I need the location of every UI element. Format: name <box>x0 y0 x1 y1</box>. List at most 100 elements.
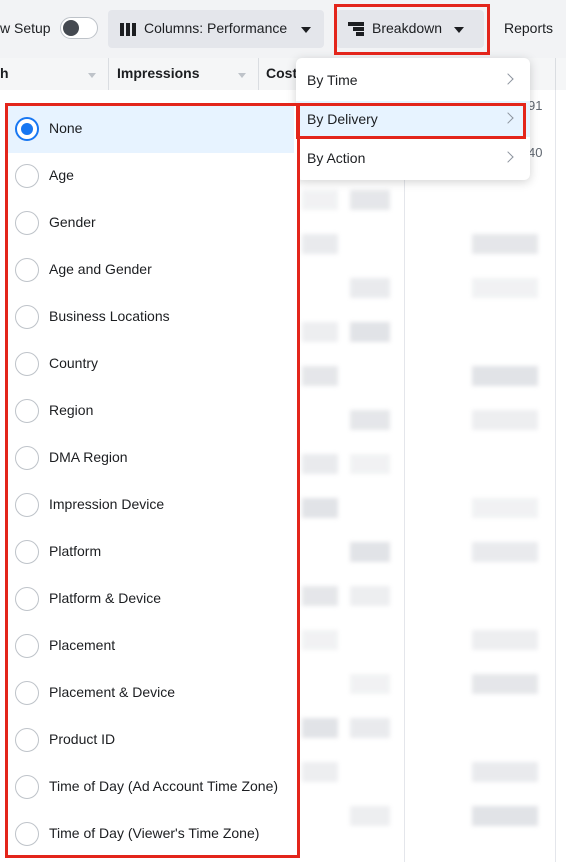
chevron-right-icon <box>502 151 514 163</box>
columns-button[interactable]: Columns: Performance <box>108 10 324 48</box>
radio-button[interactable] <box>15 258 39 282</box>
toggle-knob <box>63 20 79 36</box>
blurred-cell <box>472 806 538 826</box>
blurred-cell <box>472 410 538 430</box>
blurred-cell <box>302 586 338 606</box>
view-setup-toggle[interactable] <box>60 17 98 39</box>
radio-button[interactable] <box>15 305 39 329</box>
option-label: Age and Gender <box>49 261 152 277</box>
option-age-and-gender[interactable]: Age and Gender <box>8 247 294 294</box>
option-region[interactable]: Region <box>8 388 294 435</box>
option-label: Platform & Device <box>49 590 162 606</box>
column-divider <box>108 58 109 90</box>
blurred-cell <box>302 190 338 210</box>
blurred-cell <box>302 366 338 386</box>
blurred-cell <box>350 322 390 342</box>
blurred-cell <box>302 234 338 254</box>
delivery-breakdown-options: None Age Gender Age and Gender Business … <box>8 106 298 856</box>
option-label: Age <box>49 167 74 183</box>
blurred-cell <box>302 498 338 518</box>
blurred-cell <box>350 542 390 562</box>
option-country[interactable]: Country <box>8 341 294 388</box>
option-label: Region <box>49 402 94 418</box>
radio-dot <box>21 123 33 135</box>
option-platform-and-device[interactable]: Platform & Device <box>8 576 294 623</box>
blurred-cell <box>472 542 538 562</box>
option-business-locations[interactable]: Business Locations <box>8 294 294 341</box>
caret-down-icon <box>301 27 311 33</box>
toolbar: w Setup Columns: Performance Breakdown R… <box>0 0 566 59</box>
blurred-cell <box>472 234 538 254</box>
radio-button[interactable] <box>15 164 39 188</box>
menu-item-by-time[interactable]: By Time <box>296 62 530 98</box>
reports-button[interactable]: Reports <box>504 20 553 36</box>
blurred-cell <box>472 278 538 298</box>
chevron-right-icon <box>502 112 514 124</box>
option-label: Placement <box>49 637 116 653</box>
breakdown-icon <box>348 22 364 36</box>
blurred-cell <box>302 630 338 650</box>
radio-button[interactable] <box>15 352 39 376</box>
chevron-right-icon <box>502 73 514 85</box>
option-label: Time of Day (Viewer's Time Zone) <box>49 825 260 841</box>
option-placement[interactable]: Placement <box>8 623 294 670</box>
option-label: Gender <box>49 214 96 230</box>
option-label: Platform <box>49 543 102 559</box>
radio-button[interactable] <box>15 728 39 752</box>
radio-button[interactable] <box>15 446 39 470</box>
blurred-cell <box>472 366 538 386</box>
option-dma-region[interactable]: DMA Region <box>8 435 294 482</box>
blurred-cell <box>350 410 390 430</box>
radio-button[interactable] <box>15 775 39 799</box>
table-cell-value: 40 <box>528 145 543 160</box>
radio-button[interactable] <box>15 822 39 846</box>
blurred-cell <box>350 454 390 474</box>
column-header[interactable]: h <box>0 65 9 81</box>
option-placement-and-device[interactable]: Placement & Device <box>8 670 294 717</box>
blurred-cell <box>350 190 390 210</box>
option-platform[interactable]: Platform <box>8 529 294 576</box>
option-label: Product ID <box>49 731 116 747</box>
blurred-cell <box>472 762 538 782</box>
view-setup-label: w Setup <box>0 20 51 36</box>
table-cell-value: 91 <box>528 98 543 113</box>
option-label: None <box>49 120 83 136</box>
radio-button[interactable] <box>15 587 39 611</box>
option-label: Country <box>49 355 99 371</box>
sort-caret-icon[interactable] <box>238 73 246 78</box>
radio-button[interactable] <box>15 493 39 517</box>
blurred-cell <box>350 278 390 298</box>
blurred-cell <box>472 630 538 650</box>
radio-button-selected[interactable] <box>15 117 39 141</box>
breakdown-button[interactable]: Breakdown <box>336 10 484 48</box>
option-gender[interactable]: Gender <box>8 200 294 247</box>
menu-item-label: By Time <box>307 72 358 88</box>
radio-button[interactable] <box>15 399 39 423</box>
column-header-impressions[interactable]: Impressions <box>117 65 199 81</box>
option-impression-device[interactable]: Impression Device <box>8 482 294 529</box>
blurred-cell <box>302 762 338 782</box>
radio-button[interactable] <box>15 540 39 564</box>
column-header-cost[interactable]: Cost <box>266 65 297 81</box>
option-time-of-day-ad-account[interactable]: Time of Day (Ad Account Time Zone) <box>8 764 294 811</box>
option-product-id[interactable]: Product ID <box>8 717 294 764</box>
option-label: DMA Region <box>49 449 128 465</box>
sort-caret-icon[interactable] <box>88 73 96 78</box>
option-label: Business Locations <box>49 308 170 324</box>
blurred-cell <box>350 806 390 826</box>
menu-item-label: By Action <box>307 150 366 166</box>
radio-button[interactable] <box>15 211 39 235</box>
columns-icon <box>120 23 136 36</box>
radio-button[interactable] <box>15 634 39 658</box>
blurred-cell <box>350 718 390 738</box>
option-label: Placement & Device <box>49 684 176 700</box>
menu-item-by-action[interactable]: By Action <box>296 140 530 176</box>
breakdown-menu: By Time By Delivery By Action <box>296 58 530 180</box>
radio-button[interactable] <box>15 681 39 705</box>
option-none[interactable]: None <box>8 106 294 153</box>
caret-down-icon <box>454 27 464 33</box>
blurred-cell <box>302 454 338 474</box>
option-age[interactable]: Age <box>8 153 294 200</box>
option-time-of-day-viewer[interactable]: Time of Day (Viewer's Time Zone) <box>8 811 294 858</box>
menu-item-by-delivery[interactable]: By Delivery <box>296 101 530 137</box>
